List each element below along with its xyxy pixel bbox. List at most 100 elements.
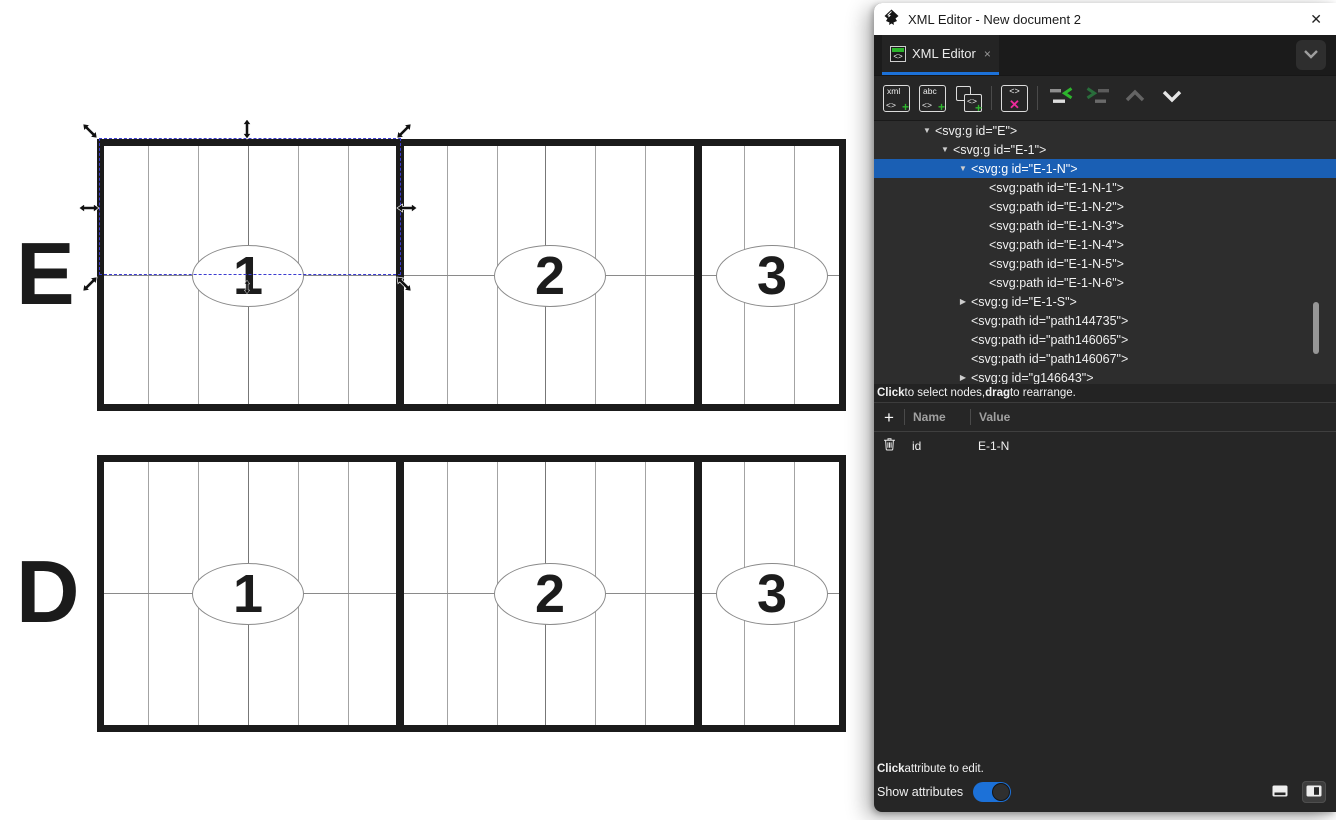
show-attributes-label: Show attributes bbox=[877, 785, 963, 799]
tree-node[interactable]: <svg:path id="E-1-N-1"> bbox=[874, 178, 1336, 197]
tree-node-text: <svg:path id="E-1-N-1"> bbox=[989, 181, 1124, 195]
tree-node[interactable]: <svg:path id="E-1-N-5"> bbox=[874, 254, 1336, 273]
inkscape-logo-icon bbox=[883, 9, 900, 29]
row-label-E[interactable]: E bbox=[16, 229, 75, 319]
tree-node[interactable]: ▼<svg:g id="E-1"> bbox=[874, 140, 1336, 159]
tree-node-text: <svg:g id="E-1-S"> bbox=[971, 295, 1077, 309]
delete-node-button[interactable]: <> ✕ bbox=[1001, 85, 1028, 112]
tree-node-text: <svg:path id="E-1-N-2"> bbox=[989, 200, 1124, 214]
cell-number: 2 bbox=[535, 567, 565, 621]
tab-label: XML Editor bbox=[912, 46, 976, 61]
tree-node-text: <svg:g id="E-1-N"> bbox=[971, 162, 1078, 176]
collapse-triangle-icon[interactable]: ▼ bbox=[919, 126, 935, 135]
attribute-row[interactable]: id E-1-N bbox=[874, 432, 1336, 459]
tree-node[interactable]: <svg:path id="E-1-N-3"> bbox=[874, 216, 1336, 235]
grid-divider[interactable] bbox=[694, 139, 702, 411]
tree-node[interactable]: <svg:path id="E-1-N-6"> bbox=[874, 273, 1336, 292]
cell-number: 2 bbox=[535, 249, 565, 303]
tab-xml-editor[interactable]: <> XML Editor × bbox=[882, 35, 999, 75]
layout-vertical-button[interactable] bbox=[1302, 781, 1326, 803]
tree-node[interactable]: ▶<svg:g id="E-1-S"> bbox=[874, 292, 1336, 311]
selection-handle-bottom[interactable] bbox=[240, 280, 255, 295]
attributes-value-header: Value bbox=[971, 410, 1336, 424]
tree-node[interactable]: <svg:path id="path146065"> bbox=[874, 330, 1336, 349]
xml-editor-window: XML Editor - New document 2 ✕ <> XML Edi… bbox=[874, 3, 1336, 812]
trash-icon bbox=[883, 437, 896, 454]
indent-node-button[interactable] bbox=[1084, 86, 1112, 110]
panel-tab-bar: <> XML Editor × bbox=[874, 35, 1336, 76]
tree-node-text: <svg:path id="path146065"> bbox=[971, 333, 1128, 347]
collapse-triangle-icon[interactable]: ▼ bbox=[955, 164, 971, 173]
attribute-hint-text: Click attribute to edit. bbox=[874, 760, 1336, 778]
attributes-name-header: Name bbox=[905, 410, 970, 424]
selection-handle-left[interactable] bbox=[78, 197, 100, 219]
tree-node-text: <svg:path id="E-1-N-5"> bbox=[989, 257, 1124, 271]
tab-close-icon[interactable]: × bbox=[984, 47, 991, 61]
indent-icon bbox=[1086, 87, 1110, 110]
close-icon[interactable]: ✕ bbox=[1310, 11, 1322, 28]
delete-attribute-button[interactable] bbox=[874, 437, 904, 454]
layout-horizontal-icon bbox=[1272, 785, 1288, 800]
cell-ellipse-D-1[interactable]: 1 bbox=[192, 563, 304, 625]
layout-horizontal-button[interactable] bbox=[1268, 781, 1292, 803]
grid-divider[interactable] bbox=[694, 455, 702, 732]
chevron-down-icon bbox=[1160, 88, 1184, 109]
row-label-D[interactable]: D bbox=[16, 547, 80, 637]
duplicate-node-button[interactable]: <> + bbox=[955, 85, 982, 112]
selection-bounding-box bbox=[99, 138, 401, 275]
move-node-down-button[interactable] bbox=[1158, 86, 1186, 110]
move-node-up-button[interactable] bbox=[1121, 86, 1149, 110]
cell-number: 3 bbox=[757, 249, 787, 303]
unindent-node-button[interactable] bbox=[1047, 86, 1075, 110]
cell-ellipse-D-3[interactable]: 3 bbox=[716, 563, 828, 625]
tab-overflow-button[interactable] bbox=[1296, 40, 1326, 70]
tree-node[interactable]: <svg:path id="path144735"> bbox=[874, 311, 1336, 330]
attribute-name[interactable]: id bbox=[904, 439, 970, 453]
attributes-empty-area bbox=[874, 459, 1336, 760]
xml-node-tree[interactable]: ▼<svg:g id="E">▼<svg:g id="E-1">▼<svg:g … bbox=[874, 120, 1336, 384]
tree-node[interactable]: ▶<svg:g id="g146643"> bbox=[874, 368, 1336, 384]
tree-node[interactable]: <svg:path id="E-1-N-2"> bbox=[874, 197, 1336, 216]
selection-handle-right[interactable] bbox=[396, 197, 418, 219]
unindent-icon bbox=[1049, 87, 1073, 110]
tree-node-text: <svg:g id="E"> bbox=[935, 124, 1017, 138]
xml-editor-icon: <> bbox=[890, 46, 906, 62]
chevron-down-icon bbox=[1303, 46, 1319, 64]
cell-number: 1 bbox=[233, 567, 263, 621]
add-attribute-button[interactable]: + bbox=[874, 409, 904, 426]
new-text-node-button[interactable]: abc <> + bbox=[919, 85, 946, 112]
selection-handle-top[interactable] bbox=[236, 118, 258, 140]
cell-ellipse-E-2[interactable]: 2 bbox=[494, 245, 606, 307]
tree-node-text: <svg:path id="path144735"> bbox=[971, 314, 1128, 328]
delete-x-icon: ✕ bbox=[1002, 98, 1027, 112]
inkscape-workspace: E123D123 XML Editor - New document 2 ✕ <… bbox=[0, 0, 1336, 820]
collapse-triangle-icon[interactable]: ▼ bbox=[937, 145, 953, 154]
cell-ellipse-D-2[interactable]: 2 bbox=[494, 563, 606, 625]
expand-triangle-icon[interactable]: ▶ bbox=[955, 373, 971, 382]
cell-number: 3 bbox=[757, 567, 787, 621]
attributes-header-row: + Name Value bbox=[874, 403, 1336, 432]
show-attributes-toggle[interactable] bbox=[973, 782, 1011, 802]
tree-node-text: <svg:path id="E-1-N-3"> bbox=[989, 219, 1124, 233]
layout-vertical-icon bbox=[1306, 785, 1322, 800]
tree-scrollbar-thumb[interactable] bbox=[1313, 302, 1319, 354]
window-title: XML Editor - New document 2 bbox=[908, 12, 1310, 27]
toolbar-separator bbox=[1037, 86, 1038, 110]
tree-node[interactable]: ▼<svg:g id="E-1-N"> bbox=[874, 159, 1336, 178]
toolbar-separator bbox=[991, 86, 992, 110]
tree-node-text: <svg:path id="E-1-N-6"> bbox=[989, 276, 1124, 290]
tree-node-text: <svg:path id="E-1-N-4"> bbox=[989, 238, 1124, 252]
expand-triangle-icon[interactable]: ▶ bbox=[955, 297, 971, 306]
xml-toolbar: xml <> + abc <> + <> + <> ✕ bbox=[874, 76, 1336, 120]
grid-divider[interactable] bbox=[396, 455, 404, 732]
cell-ellipse-E-3[interactable]: 3 bbox=[716, 245, 828, 307]
tree-node-text: <svg:g id="E-1"> bbox=[953, 143, 1046, 157]
attribute-value[interactable]: E-1-N bbox=[970, 439, 1336, 453]
tree-node-text: <svg:path id="path146067"> bbox=[971, 352, 1128, 366]
new-element-node-button[interactable]: xml <> + bbox=[883, 85, 910, 112]
window-titlebar[interactable]: XML Editor - New document 2 ✕ bbox=[874, 3, 1336, 35]
tree-hint-text: Click to select nodes, drag to rearrange… bbox=[874, 384, 1336, 403]
tree-node[interactable]: <svg:path id="path146067"> bbox=[874, 349, 1336, 368]
tree-node[interactable]: ▼<svg:g id="E"> bbox=[874, 121, 1336, 140]
tree-node[interactable]: <svg:path id="E-1-N-4"> bbox=[874, 235, 1336, 254]
